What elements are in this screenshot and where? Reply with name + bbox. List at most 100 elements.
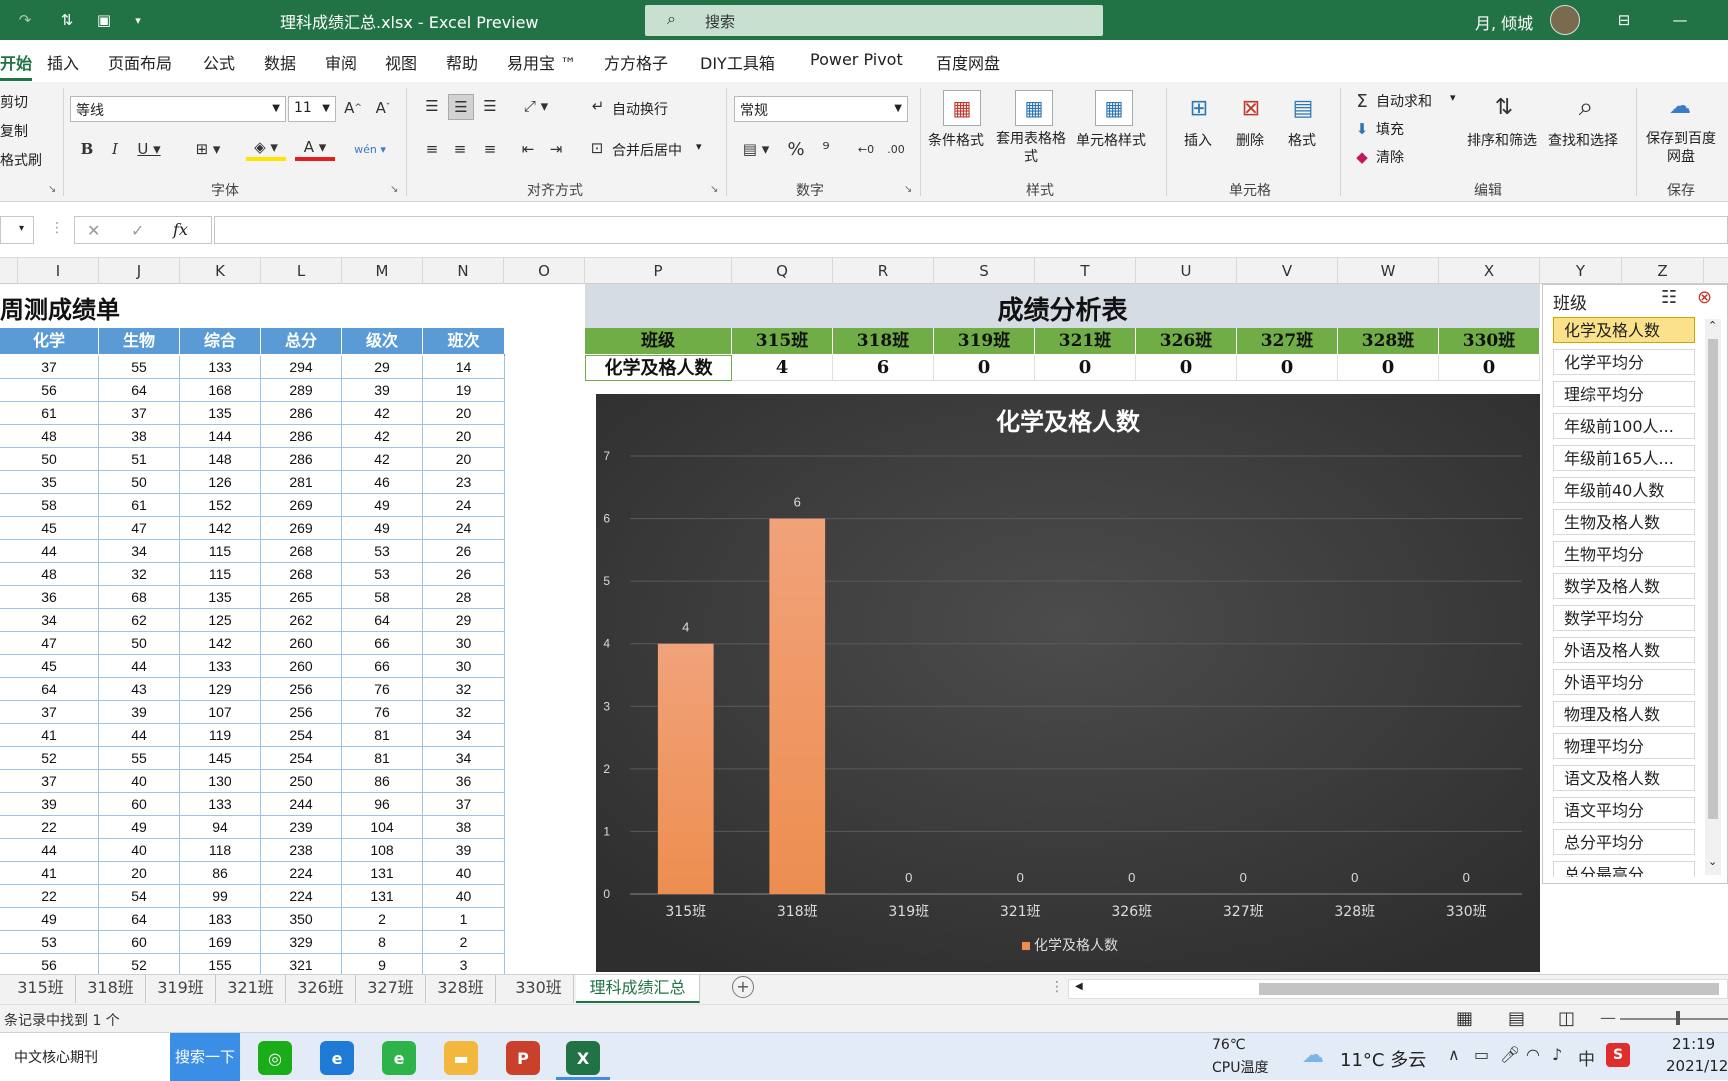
table-cell[interactable]: 269 bbox=[261, 517, 342, 539]
table-cell[interactable]: 41 bbox=[0, 724, 99, 746]
table-cell[interactable]: 58 bbox=[0, 494, 99, 516]
table-cell[interactable]: 99 bbox=[180, 885, 261, 907]
table-cell[interactable]: 254 bbox=[261, 747, 342, 769]
table-cell[interactable]: 44 bbox=[99, 724, 180, 746]
table-cell[interactable]: 39 bbox=[423, 839, 505, 861]
column-header-n[interactable]: N bbox=[423, 258, 504, 284]
table-cell[interactable]: 56 bbox=[0, 954, 99, 974]
table-cell[interactable]: 23 bbox=[423, 471, 505, 493]
worksheet-grid[interactable]: 周测成绩单 化学 生物 综合 总分 级次 班次 37 55 133 294 29 14 56 64 168 2… bbox=[0, 284, 1728, 974]
tab-power-pivot[interactable]: Power Pivot bbox=[810, 50, 903, 69]
slicer-item[interactable]: 年级前100人... bbox=[1553, 413, 1695, 439]
sheet-tab-327[interactable]: 327班 bbox=[356, 975, 426, 1003]
analysis-value-cell[interactable]: 0 bbox=[1439, 355, 1540, 381]
table-cell[interactable]: 29 bbox=[342, 356, 423, 378]
table-cell[interactable]: 37 bbox=[423, 793, 505, 815]
table-cell[interactable]: 9 bbox=[342, 954, 423, 974]
scroll-thumb[interactable] bbox=[1708, 339, 1718, 819]
find-select-button[interactable]: 查找和选择 bbox=[1548, 130, 1618, 150]
cut-button[interactable]: 剪切 bbox=[0, 92, 28, 112]
table-cell[interactable]: 48 bbox=[0, 425, 99, 447]
table-cell[interactable]: 126 bbox=[180, 471, 261, 493]
table-cell[interactable]: 29 bbox=[423, 609, 505, 631]
tab-splitter-icon[interactable]: ⋮ bbox=[1050, 979, 1064, 995]
microphone-icon[interactable]: 🎤︎ bbox=[1500, 1045, 1520, 1064]
wrap-text-button[interactable]: 自动换行 bbox=[612, 99, 668, 119]
table-cell[interactable]: 142 bbox=[180, 632, 261, 654]
table-cell[interactable]: 168 bbox=[180, 379, 261, 401]
table-cell[interactable]: 36 bbox=[0, 586, 99, 608]
tab-insert[interactable]: 插入 bbox=[47, 50, 79, 74]
table-cell[interactable]: 36 bbox=[423, 770, 505, 792]
table-cell[interactable]: 39 bbox=[342, 379, 423, 401]
analysis-value-cell[interactable]: 0 bbox=[1035, 355, 1136, 381]
copy-button[interactable]: 复制 bbox=[0, 121, 28, 141]
insert-function-icon[interactable]: fx bbox=[173, 220, 188, 239]
table-cell[interactable]: 268 bbox=[261, 540, 342, 562]
merge-center-button[interactable]: 合并后居中 bbox=[612, 140, 682, 160]
column-header-t[interactable]: T bbox=[1035, 258, 1136, 284]
slicer-item[interactable]: 物理平均分 bbox=[1553, 733, 1695, 759]
table-cell[interactable]: 142 bbox=[180, 517, 261, 539]
column-header-u[interactable]: U bbox=[1136, 258, 1237, 284]
slicer-item[interactable]: 化学及格人数 bbox=[1553, 317, 1695, 343]
table-cell[interactable]: 20 bbox=[423, 402, 505, 424]
table-cell[interactable]: 34 bbox=[0, 609, 99, 631]
table-cell[interactable]: 39 bbox=[0, 793, 99, 815]
table-cell[interactable]: 44 bbox=[99, 655, 180, 677]
column-header-r[interactable]: R bbox=[833, 258, 934, 284]
table-cell[interactable]: 321 bbox=[261, 954, 342, 974]
analysis-value-cell[interactable]: 6 bbox=[833, 355, 934, 381]
multi-select-icon[interactable]: ☷ bbox=[1661, 287, 1677, 308]
table-cell[interactable]: 119 bbox=[180, 724, 261, 746]
table-cell[interactable]: 131 bbox=[342, 862, 423, 884]
table-cell[interactable]: 46 bbox=[342, 471, 423, 493]
insert-cells-button[interactable]: 插入 bbox=[1184, 130, 1212, 150]
table-cell[interactable]: 55 bbox=[99, 747, 180, 769]
scroll-down-icon[interactable]: ⌄ bbox=[1708, 855, 1717, 868]
table-cell[interactable]: 145 bbox=[180, 747, 261, 769]
table-cell[interactable]: 135 bbox=[180, 586, 261, 608]
tab-view[interactable]: 视图 bbox=[385, 50, 417, 74]
battery-icon[interactable]: ▭ bbox=[1474, 1045, 1489, 1064]
slicer-item[interactable]: 年级前165人... bbox=[1553, 445, 1695, 471]
table-cell[interactable]: 64 bbox=[0, 678, 99, 700]
decrease-indent-icon[interactable]: ⇤ bbox=[516, 137, 540, 161]
table-cell[interactable]: 61 bbox=[99, 494, 180, 516]
table-cell[interactable]: 269 bbox=[261, 494, 342, 516]
column-header-p[interactable]: P bbox=[585, 258, 732, 284]
table-cell[interactable]: 256 bbox=[261, 678, 342, 700]
table-cell[interactable]: 260 bbox=[261, 632, 342, 654]
table-cell[interactable]: 14 bbox=[423, 356, 505, 378]
table-cell[interactable]: 81 bbox=[342, 747, 423, 769]
table-cell[interactable]: 44 bbox=[0, 540, 99, 562]
column-header-z[interactable]: Z bbox=[1622, 258, 1704, 284]
table-cell[interactable]: 32 bbox=[423, 701, 505, 723]
table-cell[interactable]: 2 bbox=[342, 908, 423, 930]
sheet-tab-321[interactable]: 321班 bbox=[216, 975, 286, 1003]
slicer-item[interactable]: 理综平均分 bbox=[1553, 381, 1695, 407]
table-cell[interactable]: 39 bbox=[99, 701, 180, 723]
comma-icon[interactable]: ⁹ bbox=[814, 137, 838, 161]
volume-icon[interactable]: ♪ bbox=[1552, 1045, 1562, 1064]
enter-icon[interactable]: ✓ bbox=[131, 221, 144, 240]
tab-page-layout[interactable]: 页面布局 bbox=[108, 50, 172, 74]
minimize-icon[interactable]: — bbox=[1668, 8, 1692, 32]
sort-icon[interactable]: ⇅ bbox=[52, 8, 82, 32]
slicer-item[interactable]: 外语平均分 bbox=[1553, 669, 1695, 695]
clipboard-launcher-icon[interactable]: ↘ bbox=[48, 184, 56, 195]
analysis-value-cell[interactable]: 4 bbox=[732, 355, 833, 381]
redo-icon[interactable]: ↷ bbox=[10, 8, 40, 32]
table-cell[interactable]: 115 bbox=[180, 563, 261, 585]
format-as-table-button[interactable]: 套用表格格式 bbox=[996, 130, 1066, 166]
analysis-class-header[interactable]: 328班 bbox=[1338, 328, 1439, 354]
table-cell[interactable]: 64 bbox=[99, 379, 180, 401]
autosum-button[interactable]: 自动求和 bbox=[1376, 91, 1432, 111]
analysis-value-cell[interactable]: 0 bbox=[1136, 355, 1237, 381]
table-cell[interactable]: 254 bbox=[261, 724, 342, 746]
table-cell[interactable]: 37 bbox=[99, 402, 180, 424]
sheet-tab-326[interactable]: 326班 bbox=[286, 975, 356, 1003]
powerpoint-icon[interactable]: P bbox=[506, 1041, 540, 1075]
table-cell[interactable]: 96 bbox=[342, 793, 423, 815]
sheet-tab-319[interactable]: 319班 bbox=[146, 975, 216, 1003]
